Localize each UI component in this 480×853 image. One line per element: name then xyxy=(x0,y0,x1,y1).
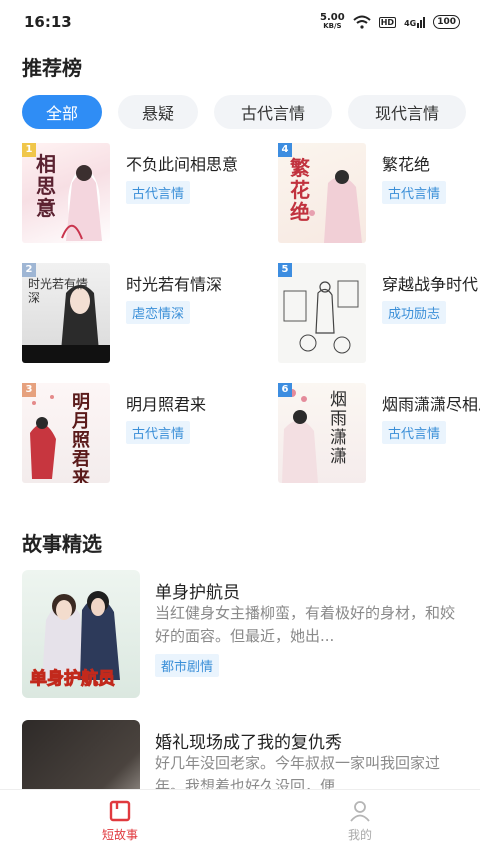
wifi-icon xyxy=(353,15,371,29)
book-tag: 古代言情 xyxy=(382,421,447,444)
book-cover: 相思意 xyxy=(22,143,110,243)
tab-suspense[interactable]: 悬疑 xyxy=(118,95,198,129)
ranking-book-4[interactable]: 繁花绝 4 繁花绝 古代言情 xyxy=(278,143,480,243)
ranking-book-2[interactable]: 时光若有情深 2 时光若有情深 虐恋情深 xyxy=(22,263,262,363)
network-speed: 5.00 KB/S xyxy=(320,12,345,31)
story-item-1[interactable]: 单身护航员 单身护航员 当红健身女主播柳蛮，有着极好的身材，和姣好的面容。但最近… xyxy=(22,570,462,700)
ranking-title: 推荐榜 xyxy=(22,56,82,80)
book-title: 时光若有情深 xyxy=(126,275,223,294)
book-cover: 繁花绝 xyxy=(278,143,366,243)
nav-short-story[interactable]: 短故事 xyxy=(0,790,240,853)
story-item-2[interactable]: 婚礼现场成了我的复仇秀 好几年没回老家。今年叔叔一家叫我回家过年。我想着也好久没… xyxy=(22,720,462,848)
book-title: 不负此间相思意 xyxy=(126,155,239,174)
ranking-book-5[interactable]: 5 穿越战争时代 成功励志 xyxy=(278,263,480,363)
book-tag: 虐恋情深 xyxy=(126,301,191,324)
book-title: 明月照君来 xyxy=(126,395,207,414)
story-title: 婚礼现场成了我的复仇秀 xyxy=(155,733,342,753)
story-tag: 都市剧情 xyxy=(155,654,220,677)
battery-icon: 100 xyxy=(433,15,460,29)
book-tag: 古代言情 xyxy=(382,181,447,204)
rank-badge: 5 xyxy=(278,263,292,277)
book-tag: 古代言情 xyxy=(126,421,191,444)
tab-ancient-romance[interactable]: 古代言情 xyxy=(214,95,332,129)
nav-me[interactable]: 我的 xyxy=(240,790,480,853)
rank-badge: 1 xyxy=(22,143,36,157)
user-icon xyxy=(350,801,370,822)
category-tabs: 全部 悬疑 古代言情 现代言情 xyxy=(22,95,466,129)
ranking-book-6[interactable]: 烟雨潇潇 6 烟雨潇潇尽相思 古代言情 xyxy=(278,383,480,483)
book-cover: 明月照君来 xyxy=(22,383,110,483)
status-bar: 16:13 5.00 KB/S HD 4G 100 xyxy=(0,0,480,44)
book-cover: 烟雨潇潇 xyxy=(278,383,366,483)
status-icons: 5.00 KB/S HD 4G 100 xyxy=(320,13,460,31)
ranking-book-3[interactable]: 明月照君来 3 明月照君来 古代言情 xyxy=(22,383,262,483)
book-title: 烟雨潇潇尽相思 xyxy=(382,395,480,414)
hd-icon: HD xyxy=(378,16,397,28)
story-desc: 当红健身女主播柳蛮，有着极好的身材，和姣好的面容。但最近，她出... xyxy=(155,604,456,645)
rank-badge: 3 xyxy=(22,383,36,397)
rank-badge: 6 xyxy=(278,383,292,397)
rank-badge: 4 xyxy=(278,143,292,157)
ranking-book-1[interactable]: 相思意 1 不负此间相思意 古代言情 xyxy=(22,143,262,243)
book-tag: 成功励志 xyxy=(382,301,447,324)
book-title: 穿越战争时代 xyxy=(382,275,479,294)
tab-modern-romance[interactable]: 现代言情 xyxy=(348,95,466,129)
bottom-nav: 短故事 我的 xyxy=(0,789,480,853)
stories-title: 故事精选 xyxy=(22,532,102,556)
book-icon xyxy=(109,800,131,822)
tab-all[interactable]: 全部 xyxy=(22,95,102,129)
signal-icon: 4G xyxy=(404,16,426,28)
book-cover: 时光若有情深 xyxy=(22,263,110,363)
story-cover: 单身护航员 xyxy=(22,570,140,698)
story-title: 单身护航员 xyxy=(155,583,240,603)
cover-illustration xyxy=(283,280,359,354)
rank-badge: 2 xyxy=(22,263,36,277)
status-time: 16:13 xyxy=(24,13,72,31)
book-title: 繁花绝 xyxy=(382,155,431,174)
cover-illustration xyxy=(30,395,56,479)
book-cover xyxy=(278,263,366,363)
book-tag: 古代言情 xyxy=(126,181,191,204)
